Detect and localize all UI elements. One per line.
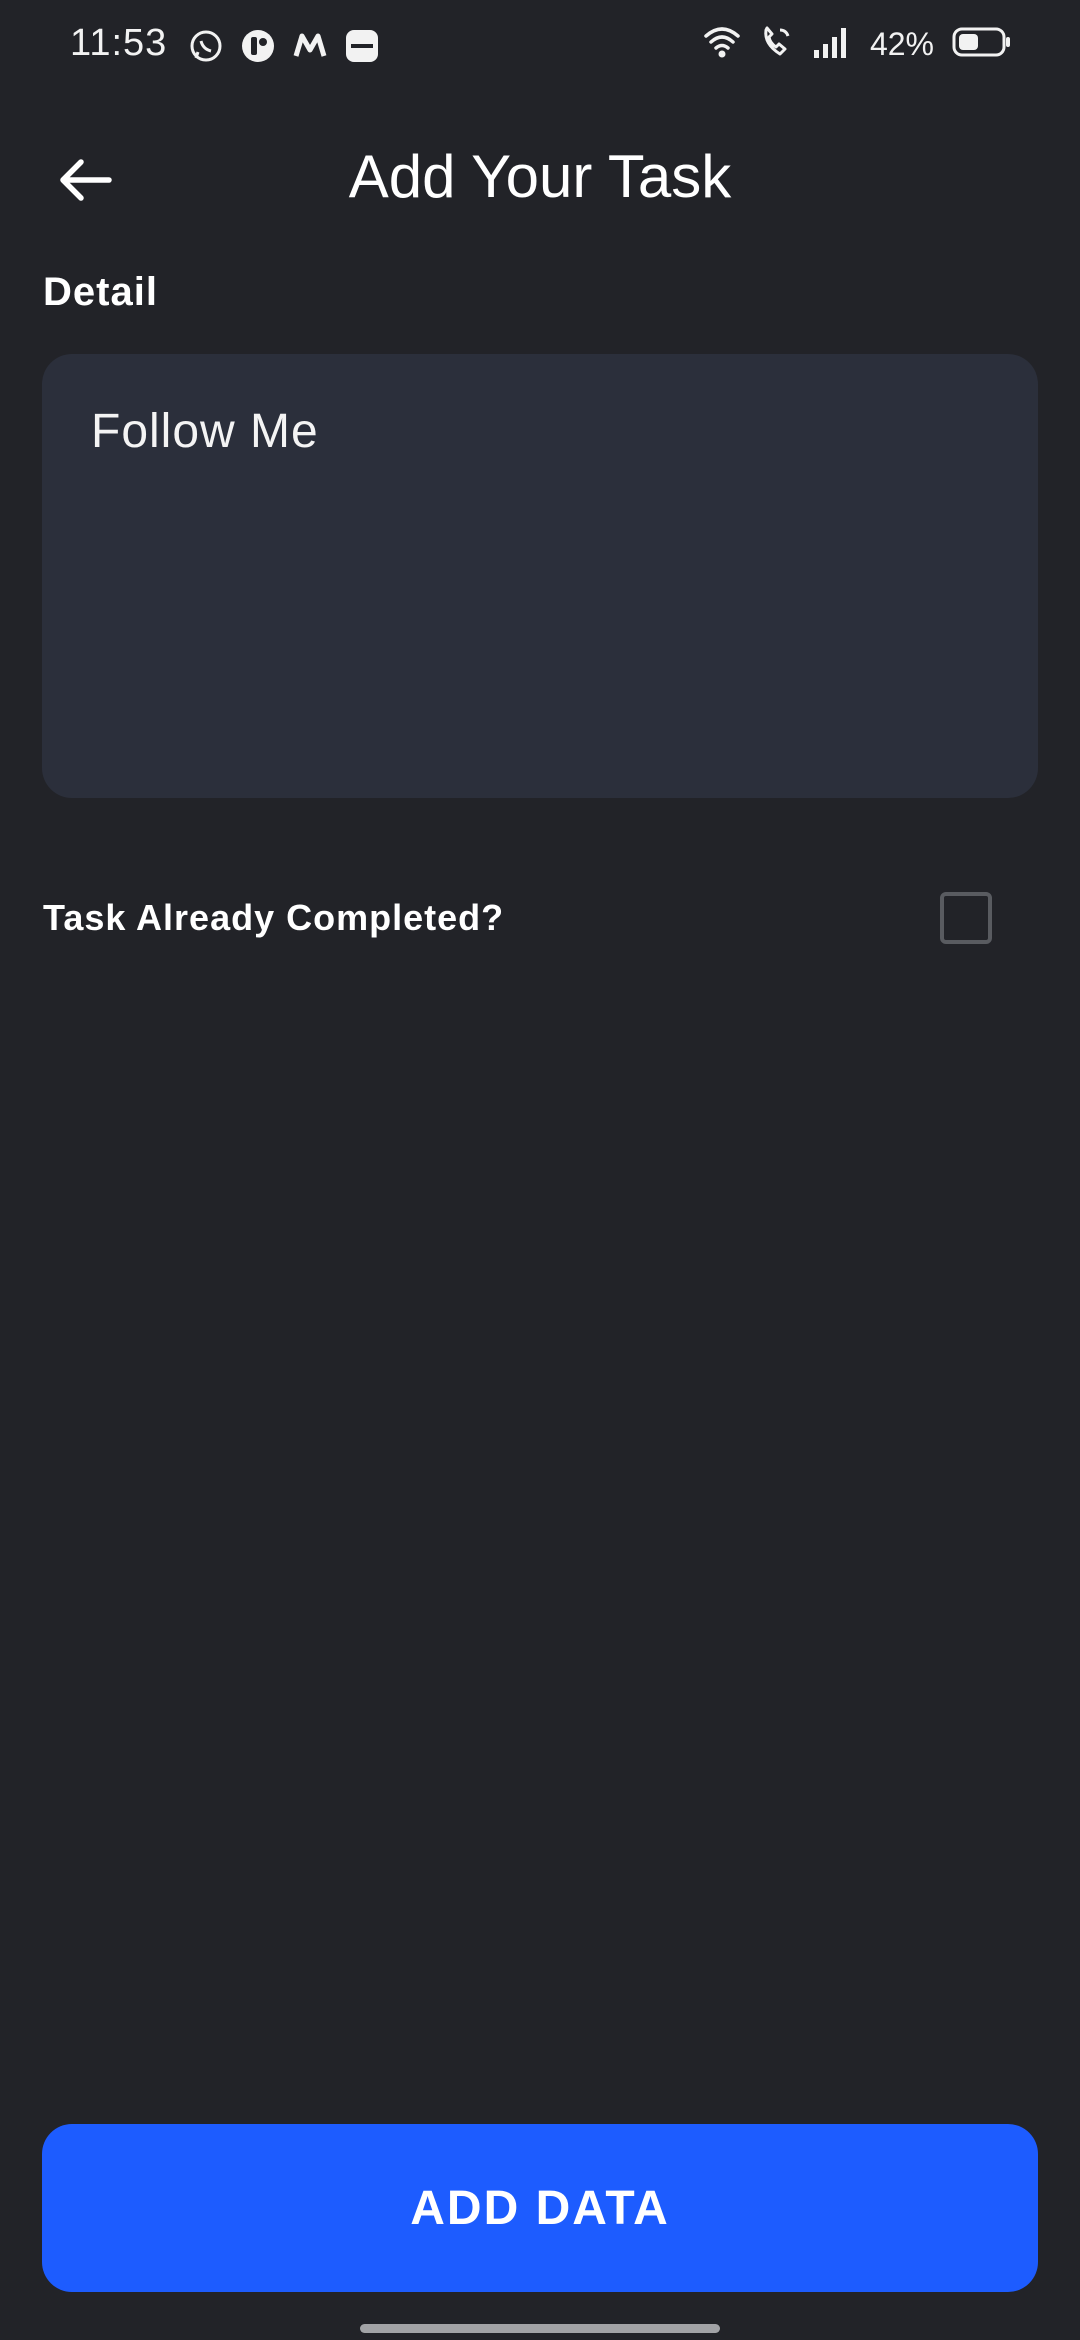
signal-icon [812, 24, 852, 65]
app-header: Add Your Task [0, 130, 1080, 230]
home-indicator[interactable] [360, 2324, 720, 2333]
status-bar: 11:53 42% [0, 0, 1080, 96]
notification-icons [188, 28, 380, 64]
status-time: 11:53 [70, 22, 168, 64]
status-right: 42% [702, 24, 1012, 65]
battery-percent: 42% [869, 26, 934, 62]
page-title: Add Your Task [348, 143, 732, 210]
battery-icon [952, 26, 1012, 63]
paytm-icon [344, 28, 380, 64]
app-notification-icon [240, 28, 276, 64]
myntra-icon [292, 28, 328, 64]
detail-label: Detail [43, 270, 158, 314]
wifi-call-icon [760, 24, 794, 65]
add-data-button[interactable]: ADD DATA [42, 2124, 1038, 2292]
wifi-icon [702, 24, 742, 65]
detail-text-value: Follow Me [91, 405, 319, 458]
completed-checkbox[interactable] [940, 892, 992, 944]
completed-label: Task Already Completed? [43, 897, 505, 938]
detail-textarea[interactable]: Follow Me [42, 354, 1038, 798]
whatsapp-icon [188, 28, 224, 64]
